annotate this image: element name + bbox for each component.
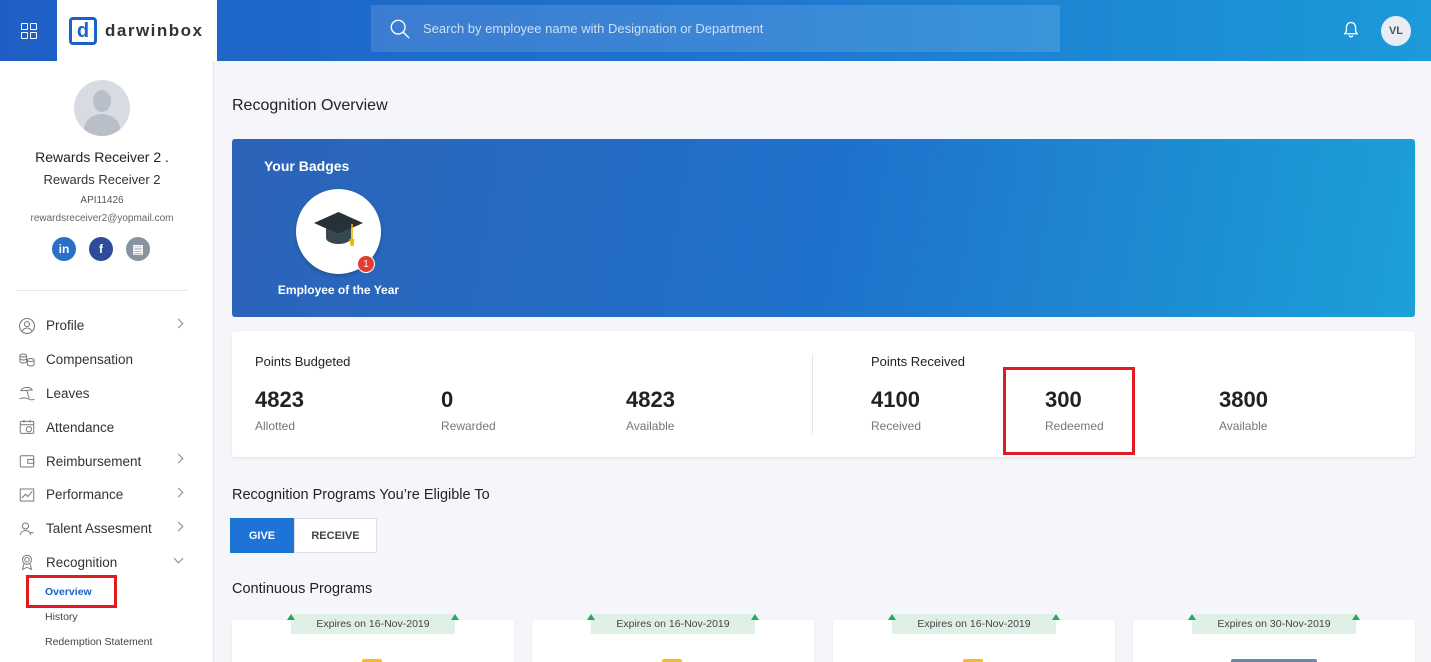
search-input[interactable] bbox=[423, 21, 1023, 36]
points-received-label: Received bbox=[871, 419, 922, 433]
sidebar-item-label: Attendance bbox=[46, 419, 115, 435]
chevron-right-icon bbox=[173, 487, 184, 498]
sidebar: Rewards Receiver 2 . Rewards Receiver 2 … bbox=[0, 61, 214, 662]
sidebar-subitem-history[interactable]: History bbox=[45, 611, 78, 623]
points-received-value: 4100 bbox=[871, 387, 920, 412]
page-title: Recognition Overview bbox=[232, 97, 388, 114]
sidebar-item-label: Profile bbox=[46, 318, 85, 334]
profile-email: rewardsreceiver2@yopmail.com bbox=[30, 213, 174, 224]
give-receive-toggle: GIVE RECEIVE bbox=[230, 518, 377, 553]
sidebar-item-profile[interactable]: Profile bbox=[0, 309, 214, 343]
profile-subtitle: Rewards Receiver 2 bbox=[43, 172, 161, 187]
sidebar-item-performance[interactable]: Performance bbox=[0, 478, 214, 512]
points-divider bbox=[812, 354, 813, 434]
sidebar-item-label: Talent Assesment bbox=[46, 521, 152, 537]
badges-title: Your Badges bbox=[264, 158, 350, 174]
sidebar-item-talent-assesment[interactable]: Talent Assesment bbox=[0, 512, 214, 546]
points-card: Points Budgeted 4823 Allotted 0 Rewarded… bbox=[232, 331, 1415, 457]
facebook-icon[interactable]: f bbox=[89, 237, 113, 261]
points-allotted-value: 4823 bbox=[255, 387, 304, 412]
highlight-box-overview bbox=[26, 575, 117, 608]
points-budgeted-title: Points Budgeted bbox=[255, 354, 351, 369]
expiry-ribbon: Expires on 16-Nov-2019 bbox=[287, 614, 459, 634]
calendar-check-icon bbox=[17, 417, 37, 437]
logo-text: darwinbox bbox=[105, 20, 204, 40]
sidebar-item-reimbursement[interactable]: Reimbursement bbox=[0, 444, 214, 478]
expiry-ribbon: Expires on 16-Nov-2019 bbox=[587, 614, 759, 634]
continuous-programs-title: Continuous Programs bbox=[232, 581, 373, 597]
sidebar-nav: Profile Compensation Leaves Attendance R… bbox=[0, 309, 214, 579]
profile-employee-id: API11426 bbox=[80, 195, 124, 206]
sidebar-item-compensation[interactable]: Compensation bbox=[0, 343, 214, 377]
program-card[interactable]: Expires on 16-Nov-2019 bbox=[532, 614, 814, 662]
points-rewarded-label: Rewarded bbox=[441, 419, 496, 433]
expiry-ribbon: Expires on 16-Nov-2019 bbox=[888, 614, 1060, 634]
points-budget-available-label: Available bbox=[626, 419, 675, 433]
social-links: in f ▤ bbox=[52, 237, 150, 261]
expiry-ribbon: Expires on 30-Nov-2019 bbox=[1188, 614, 1360, 634]
sidebar-item-label: Reimbursement bbox=[46, 453, 142, 469]
points-received-available-value: 3800 bbox=[1219, 387, 1268, 412]
user-avatar[interactable]: VL bbox=[1381, 16, 1411, 46]
sidebar-item-label: Compensation bbox=[46, 352, 134, 368]
sidebar-subitem-redemption-statement[interactable]: Redemption Statement bbox=[45, 636, 152, 648]
points-rewarded-value: 0 bbox=[441, 387, 454, 412]
chart-line-icon bbox=[17, 485, 37, 505]
badge-label: Employee of the Year bbox=[277, 283, 400, 297]
points-budget-available-value: 4823 bbox=[626, 387, 675, 412]
person-icon bbox=[17, 519, 37, 539]
chevron-right-icon bbox=[173, 521, 184, 532]
profile-avatar bbox=[74, 80, 130, 136]
sidebar-item-label: Recognition bbox=[46, 554, 118, 570]
sidebar-item-attendance[interactable]: Attendance bbox=[0, 410, 214, 444]
top-bar: d darwinbox VL bbox=[0, 0, 1431, 61]
program-card[interactable]: Expires on 30-Nov-2019 bbox=[1133, 614, 1415, 662]
receive-tab[interactable]: RECEIVE bbox=[294, 518, 377, 553]
search-bar bbox=[371, 5, 1060, 52]
chevron-down-icon bbox=[173, 553, 184, 564]
logo-mark: d bbox=[69, 16, 97, 45]
linkedin-icon[interactable]: in bbox=[52, 237, 76, 261]
chevron-right-icon bbox=[173, 318, 184, 329]
sidebar-item-leaves[interactable]: Leaves bbox=[0, 377, 214, 411]
document-icon[interactable]: ▤ bbox=[126, 237, 150, 261]
coins-icon bbox=[17, 350, 37, 370]
profile-name: Rewards Receiver 2 . bbox=[35, 149, 169, 165]
sidebar-divider bbox=[16, 290, 188, 291]
points-received-available-label: Available bbox=[1219, 419, 1268, 433]
program-card[interactable]: Expires on 16-Nov-2019 bbox=[232, 614, 514, 662]
sidebar-item-label: Performance bbox=[46, 487, 124, 503]
points-allotted-label: Allotted bbox=[255, 419, 296, 433]
logo[interactable]: d darwinbox bbox=[57, 0, 217, 61]
badge-count: 1 bbox=[357, 255, 375, 273]
user-circle-icon bbox=[17, 316, 37, 336]
program-card[interactable]: Expires on 16-Nov-2019 bbox=[833, 614, 1115, 662]
apps-grid-icon[interactable] bbox=[0, 0, 57, 61]
bell-icon[interactable] bbox=[1341, 20, 1361, 40]
points-received-title: Points Received bbox=[871, 354, 965, 369]
award-icon bbox=[17, 552, 37, 572]
programs-title: Recognition Programs You’re Eligible To bbox=[232, 487, 490, 503]
beach-icon bbox=[17, 383, 37, 403]
badges-card: Your Badges 1 Employee of the Year bbox=[232, 139, 1415, 317]
search-icon bbox=[390, 19, 410, 39]
give-tab[interactable]: GIVE bbox=[230, 518, 294, 553]
chevron-right-icon bbox=[173, 453, 184, 464]
sidebar-item-label: Leaves bbox=[46, 385, 90, 401]
highlight-box-redeemed bbox=[1003, 367, 1135, 455]
wallet-icon bbox=[17, 451, 37, 471]
